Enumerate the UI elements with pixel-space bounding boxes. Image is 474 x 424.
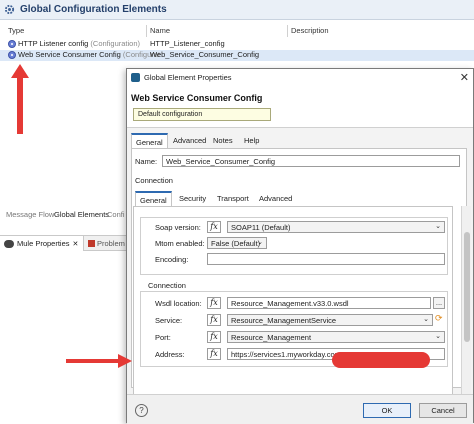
config-element-icon <box>8 40 16 48</box>
row-type-suffix: (Configuration) <box>90 39 141 48</box>
tab-security[interactable]: Security <box>179 194 206 203</box>
port-select[interactable]: Resource_Management ⌄ <box>227 331 445 343</box>
dialog-heading: Web Service Consumer Config <box>131 93 263 103</box>
name-label: Name: <box>135 157 158 166</box>
service-value: Resource_ManagementService <box>231 316 337 325</box>
views-panel-header: Mule Properties ✕ Problem <box>0 235 130 251</box>
mtom-enabled-select[interactable]: False (Default) ⌄ <box>207 237 267 249</box>
dialog-banner: Web Service Consumer Config Default conf… <box>127 86 473 128</box>
chevron-down-icon: ⌄ <box>435 333 441 340</box>
encoding-label: Encoding: <box>155 255 189 264</box>
name-input[interactable]: Web_Service_Consumer_Config <box>162 155 460 167</box>
app-icon <box>131 73 140 82</box>
annotation-right-arrow <box>66 354 132 368</box>
soap-version-value: SOAP11 (Default) <box>231 223 291 232</box>
dialog-footer: ? OK Cancel <box>127 394 473 424</box>
row-type: Web Service Consumer Config <box>18 50 121 59</box>
dialog-title: Global Element Properties <box>144 73 232 82</box>
wsdl-location-input[interactable]: Resource_Management.v33.0.wsdl <box>227 297 431 309</box>
gear-icon <box>4 4 15 15</box>
tab-configuration-xml[interactable]: Confi <box>107 210 125 219</box>
row-name: HTTP_Listener_config <box>150 39 225 48</box>
table-header: Type Name Description <box>0 25 474 37</box>
refresh-icon[interactable]: ⟳ <box>435 313 443 324</box>
tab-message-flow[interactable]: Message Flow <box>6 210 54 219</box>
tab-problems[interactable]: Problem <box>88 239 125 248</box>
annotation-redaction-mark <box>332 352 430 368</box>
column-type[interactable]: Type <box>8 26 24 35</box>
column-description[interactable]: Description <box>291 26 329 35</box>
config-element-icon <box>8 51 16 59</box>
browse-button[interactable]: ... <box>433 297 445 309</box>
global-element-properties-dialog: Global Element Properties ✕ Web Service … <box>126 68 474 424</box>
row-type: HTTP Listener config <box>18 39 89 48</box>
tab-connection-advanced[interactable]: Advanced <box>259 194 292 203</box>
tab-transport[interactable]: Transport <box>217 194 249 203</box>
tab-notes[interactable]: Notes <box>213 136 233 145</box>
close-icon[interactable]: ✕ <box>73 240 79 248</box>
soap-version-label: Soap version: <box>155 223 201 232</box>
cancel-button[interactable]: Cancel <box>419 403 467 418</box>
port-label: Port: <box>155 333 171 342</box>
tab-mule-properties-label: Mule Properties <box>17 239 70 248</box>
service-label: Service: <box>155 316 183 325</box>
mtom-enabled-value: False (Default) <box>211 239 261 248</box>
close-icon[interactable]: ✕ <box>460 71 469 84</box>
tab-help[interactable]: Help <box>244 136 259 145</box>
chevron-down-icon: ⌄ <box>435 223 441 230</box>
tab-global-elements[interactable]: Global Elements <box>54 210 109 219</box>
global-config-title: Global Configuration Elements <box>20 4 167 15</box>
port-value: Resource_Management <box>231 333 312 342</box>
tab-problems-label: Problem <box>97 239 125 248</box>
encoding-input[interactable] <box>207 253 445 265</box>
wsdl-location-label: Wsdl location: <box>155 299 202 308</box>
problems-icon <box>88 240 95 247</box>
help-button[interactable]: ? <box>135 404 148 417</box>
tab-advanced[interactable]: Advanced <box>173 136 206 145</box>
chevron-down-icon: ⌄ <box>257 239 263 246</box>
fx-button[interactable]: fx <box>207 348 221 360</box>
connection-general-panel: Soap version: fx SOAP11 (Default) ⌄ Mtom… <box>133 206 453 412</box>
scrollbar[interactable] <box>461 206 471 412</box>
table-row[interactable]: HTTP Listener config (Configuration) HTT… <box>0 39 474 50</box>
column-name[interactable]: Name <box>150 26 170 35</box>
fx-button[interactable]: fx <box>207 297 221 309</box>
ok-button[interactable]: OK <box>363 403 411 418</box>
address-label: Address: <box>155 350 185 359</box>
connection-section-label: Connection <box>135 176 173 185</box>
service-select[interactable]: Resource_ManagementService ⌄ <box>227 314 433 326</box>
chevron-down-icon: ⌄ <box>423 316 429 323</box>
annotation-up-arrow <box>11 64 29 134</box>
tooltip: Default configuration <box>133 108 271 121</box>
dialog-title-bar[interactable]: Global Element Properties ✕ <box>127 69 473 86</box>
editor-bottom-tabs: Message Flow Global Elements Confi <box>0 207 130 221</box>
scrollbar-thumb[interactable] <box>464 232 470 342</box>
fx-button[interactable]: fx <box>207 314 221 326</box>
table-row-selected[interactable]: Web Service Consumer Config (Configurat … <box>0 50 474 61</box>
tab-mule-properties[interactable]: Mule Properties ✕ <box>0 236 84 251</box>
fx-button[interactable]: fx <box>207 331 221 343</box>
mule-icon <box>4 239 14 248</box>
soap-version-select[interactable]: SOAP11 (Default) ⌄ <box>227 221 445 233</box>
global-config-title-bar: Global Configuration Elements <box>0 0 474 20</box>
fx-button[interactable]: fx <box>207 221 221 233</box>
connection-group-label: Connection <box>148 281 186 290</box>
soap-group: Soap version: fx SOAP11 (Default) ⌄ Mtom… <box>140 217 448 275</box>
row-name: Web_Service_Consumer_Config <box>150 50 260 59</box>
mtom-enabled-label: Mtom enabled: <box>155 239 205 248</box>
